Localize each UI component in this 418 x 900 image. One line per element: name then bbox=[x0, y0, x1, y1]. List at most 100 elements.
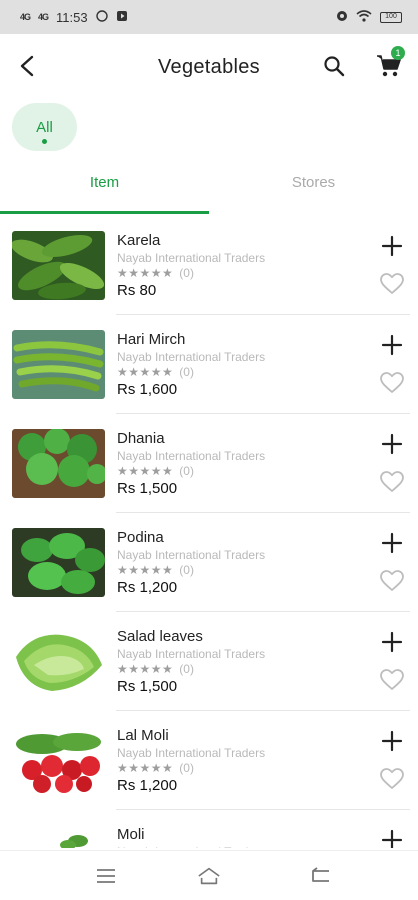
favorite-button[interactable] bbox=[379, 767, 405, 791]
add-to-cart-button[interactable] bbox=[380, 234, 404, 258]
battery-icon: 100 bbox=[380, 11, 402, 23]
product-name[interactable]: Podina bbox=[117, 529, 164, 546]
search-icon bbox=[324, 56, 345, 77]
review-count: (0) bbox=[179, 266, 194, 280]
plus-icon bbox=[381, 631, 403, 653]
selected-dot-indicator bbox=[42, 139, 47, 144]
review-count: (0) bbox=[179, 365, 194, 379]
add-to-cart-button[interactable] bbox=[380, 531, 404, 555]
cart-count-badge: 1 bbox=[391, 46, 405, 60]
recents-button[interactable] bbox=[94, 865, 118, 887]
plus-icon bbox=[381, 334, 403, 356]
star-rating-icons: ★★★★★ bbox=[117, 761, 174, 775]
vpn-icon bbox=[336, 10, 348, 25]
favorite-button[interactable] bbox=[379, 371, 405, 395]
product-name[interactable]: Dhania bbox=[117, 430, 165, 447]
product-row[interactable]: Dhania Nayab International Traders ★★★★★ (0… bbox=[0, 414, 418, 513]
product-name[interactable]: Salad leaves bbox=[117, 628, 203, 645]
status-time: 11:53 bbox=[56, 9, 88, 25]
review-count: (0) bbox=[179, 563, 194, 577]
menu-lines-icon bbox=[97, 869, 115, 883]
search-button[interactable] bbox=[320, 52, 348, 80]
add-to-cart-button[interactable] bbox=[380, 432, 404, 456]
product-image[interactable] bbox=[12, 231, 105, 300]
store-name: Nayab International Traders bbox=[117, 449, 266, 463]
plus-icon bbox=[381, 235, 403, 257]
store-name: Nayab International Traders bbox=[117, 647, 266, 661]
home-button[interactable] bbox=[197, 865, 221, 887]
product-row[interactable]: MoliNayab International Traders★★★★★(0) bbox=[0, 810, 418, 848]
back-nav-button[interactable] bbox=[308, 865, 332, 887]
plus-icon bbox=[381, 433, 403, 455]
product-price: Rs 1,200 bbox=[117, 777, 178, 794]
star-rating-icons: ★★★★★ bbox=[117, 365, 174, 379]
whatsapp-icon bbox=[95, 9, 108, 25]
tab-stores[interactable]: Stores bbox=[209, 160, 418, 214]
signal-2-label: 4G bbox=[38, 12, 49, 22]
tab-item[interactable]: Item bbox=[0, 160, 209, 214]
store-name: Nayab International Traders bbox=[117, 548, 266, 562]
product-row[interactable]: Podina Nayab International Traders ★★★★★ (0… bbox=[0, 513, 418, 612]
heart-outline-icon bbox=[380, 471, 404, 492]
star-rating-icons: ★★★★★ bbox=[117, 662, 174, 676]
heart-outline-icon bbox=[380, 669, 404, 690]
product-image[interactable] bbox=[12, 825, 105, 848]
product-price: Rs 1,200 bbox=[117, 579, 178, 596]
product-list[interactable]: Karela Nayab International Traders ★★★★★ (0… bbox=[0, 216, 418, 848]
star-rating-icons: ★★★★★ bbox=[117, 464, 174, 478]
product-price: Rs 1,600 bbox=[117, 381, 178, 398]
heart-outline-icon bbox=[380, 273, 404, 294]
wifi-icon bbox=[356, 9, 372, 25]
add-to-cart-button[interactable] bbox=[380, 828, 404, 848]
add-to-cart-button[interactable] bbox=[380, 630, 404, 654]
heart-outline-icon bbox=[380, 570, 404, 591]
tab-bar: Item Stores bbox=[0, 160, 418, 214]
product-name[interactable]: Hari Mirch bbox=[117, 331, 185, 348]
favorite-button[interactable] bbox=[379, 470, 405, 494]
filter-chip-label: All bbox=[36, 119, 53, 136]
home-icon bbox=[198, 867, 220, 885]
app-header: Vegetables 1 bbox=[0, 34, 418, 100]
product-image[interactable] bbox=[12, 528, 105, 597]
review-count: (0) bbox=[179, 464, 194, 478]
store-name: Nayab International Traders bbox=[117, 746, 266, 760]
rating: ★★★★★ (0) bbox=[117, 662, 194, 676]
add-to-cart-button[interactable] bbox=[380, 729, 404, 753]
product-row[interactable]: Karela Nayab International Traders ★★★★★ (0… bbox=[0, 216, 418, 315]
media-icon bbox=[116, 10, 128, 25]
product-row[interactable]: Hari Mirch Nayab International Traders ★★★… bbox=[0, 315, 418, 414]
product-name[interactable]: Moli bbox=[117, 826, 145, 843]
favorite-button[interactable] bbox=[379, 668, 405, 692]
add-to-cart-button[interactable] bbox=[380, 333, 404, 357]
product-name[interactable]: Lal Moli bbox=[117, 727, 169, 744]
heart-outline-icon bbox=[380, 768, 404, 789]
heart-outline-icon bbox=[380, 372, 404, 393]
favorite-button[interactable] bbox=[379, 272, 405, 296]
rating: ★★★★★ (0) bbox=[117, 464, 194, 478]
status-bar: 4G 4G 11:53 100 bbox=[0, 0, 418, 34]
rating: ★★★★★ (0) bbox=[117, 563, 194, 577]
product-image[interactable] bbox=[12, 726, 105, 795]
cart-button[interactable]: 1 bbox=[373, 46, 405, 82]
star-rating-icons: ★★★★★ bbox=[117, 563, 174, 577]
favorite-button[interactable] bbox=[379, 569, 405, 593]
review-count: (0) bbox=[179, 662, 194, 676]
product-row[interactable]: Lal Moli Nayab International Traders ★★★★★… bbox=[0, 711, 418, 810]
product-price: Rs 80 bbox=[117, 282, 157, 299]
product-image[interactable] bbox=[12, 429, 105, 498]
review-count: (0) bbox=[179, 761, 194, 775]
product-price: Rs 1,500 bbox=[117, 480, 178, 497]
filter-chip-all[interactable]: All bbox=[12, 103, 77, 151]
store-name: Nayab International Traders bbox=[117, 251, 266, 265]
product-image[interactable] bbox=[12, 330, 105, 399]
product-image[interactable] bbox=[12, 627, 105, 696]
product-row[interactable]: Salad leaves Nayab International Traders ★… bbox=[0, 612, 418, 711]
plus-icon bbox=[381, 730, 403, 752]
page-title: Vegetables bbox=[158, 56, 260, 78]
product-price: Rs 1,500 bbox=[117, 678, 178, 695]
store-name: Nayab International Traders bbox=[117, 350, 266, 364]
product-name[interactable]: Karela bbox=[117, 232, 160, 249]
store-name: Nayab International Traders bbox=[117, 845, 265, 848]
signal-1-label: 4G bbox=[20, 12, 31, 22]
system-nav-bar bbox=[0, 850, 418, 900]
